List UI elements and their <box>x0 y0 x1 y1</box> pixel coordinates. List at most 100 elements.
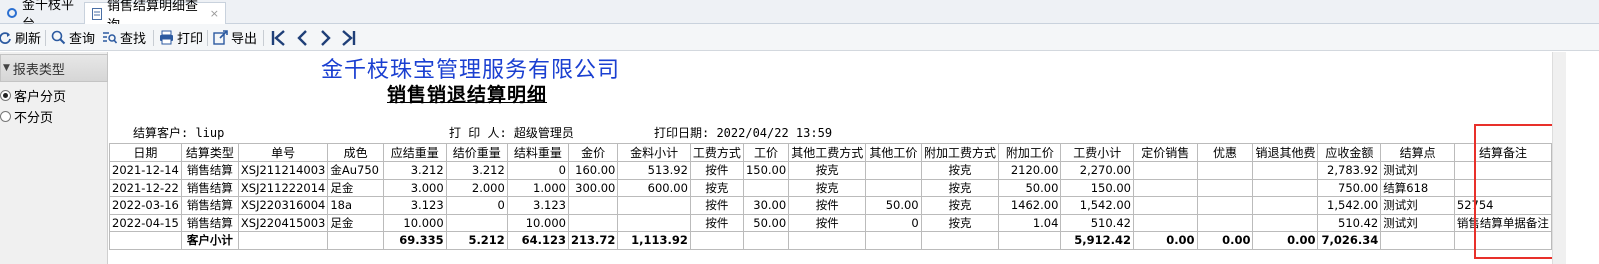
table-cell <box>1196 213 1254 232</box>
find-label: 查找 <box>120 32 147 47</box>
export-button[interactable]: 导出 <box>213 27 257 48</box>
next-page-icon[interactable] <box>316 28 334 48</box>
table-cell: 按件 <box>689 196 744 215</box>
report-type-panel: ▼ 报表类型 客户分页 不分页 <box>0 52 108 264</box>
table-cell <box>865 178 922 197</box>
table-cell: 2022-03-16 <box>109 196 182 215</box>
column-header: 金价 <box>567 143 619 162</box>
table-cell: 测试刘 <box>1380 196 1455 215</box>
toolbar-divider <box>263 30 264 46</box>
subtotal-cell <box>742 231 790 250</box>
column-header: 附加工价 <box>998 143 1062 162</box>
table-cell: 按件 <box>788 196 867 215</box>
table-cell: 150.00 <box>742 161 790 180</box>
remark-column-highlight <box>1474 124 1557 259</box>
table-cell: 测试刘 <box>1380 161 1455 180</box>
table-cell <box>1252 161 1319 180</box>
table-cell <box>1252 213 1319 232</box>
refresh-button[interactable]: 刷新 <box>0 27 41 48</box>
export-label: 导出 <box>231 32 258 47</box>
table-cell: 10.000 <box>506 213 569 232</box>
column-header: 结算点 <box>1380 143 1455 162</box>
table-cell: 2022-04-15 <box>109 213 182 232</box>
column-header: 日期 <box>109 143 182 162</box>
table-cell: 2120.00 <box>998 161 1062 180</box>
table-cell: 1.04 <box>998 213 1062 232</box>
subtotal-cell: 1,113.92 <box>617 231 691 250</box>
table-cell: 0 <box>865 213 922 232</box>
table-row[interactable]: 2022-04-15 销售结算 XSJ220415003 足金 10.000 10.000… <box>109 213 1553 232</box>
tab-platform[interactable]: 金千枝平台 <box>0 0 82 32</box>
toolbar: 刷新 查询 查找 打印 导出 <box>0 24 1599 51</box>
table-cell: 按件 <box>689 213 744 232</box>
radio-button[interactable] <box>0 90 11 101</box>
table-cell: 销售结算 <box>180 178 239 197</box>
close-icon[interactable]: × <box>210 7 219 20</box>
subtotal-cell: 客户小计 <box>180 231 239 250</box>
table-row[interactable]: 2021-12-22 销售结算 XSJ211222014 足金 3.000 2.000 1.… <box>109 178 1553 197</box>
find-icon <box>103 32 117 44</box>
table-cell: 30.00 <box>742 196 790 215</box>
prev-page-icon[interactable] <box>294 28 312 48</box>
table-cell <box>617 213 691 232</box>
table-cell: 160.00 <box>567 161 619 180</box>
radio-no-page[interactable]: 不分页 <box>0 107 53 126</box>
report-type-header[interactable]: ▼ 报表类型 <box>0 54 108 82</box>
table-cell: 2.000 <box>445 178 508 197</box>
table-cell: 513.92 <box>617 161 691 180</box>
table-cell: 300.00 <box>567 178 619 197</box>
report-area: 金千枝珠宝管理服务有限公司 销售销退结算明细 结算客户: liup 打 印 人:… <box>109 52 1557 264</box>
subtotal-cell: 0.00 <box>1132 231 1198 250</box>
toolbar-divider <box>207 30 208 46</box>
table-cell: 1,542.00 <box>1060 196 1134 215</box>
toolbar-divider <box>45 30 46 46</box>
print-label: 打印 <box>177 32 204 47</box>
table-cell: 按克 <box>920 196 1000 215</box>
table-cell: 3.212 <box>445 161 508 180</box>
table-cell: 按克 <box>920 213 1000 232</box>
search-icon <box>51 30 66 45</box>
toolbar-divider <box>153 30 154 46</box>
print-icon <box>160 30 173 45</box>
scroll-track[interactable] <box>1552 52 1566 264</box>
table-row[interactable]: 2021-12-14 销售结算 XSJ211214003 金Au750 3.212 3.2… <box>109 161 1553 180</box>
query-button[interactable]: 查询 <box>51 27 95 48</box>
subtotal-cell: 0.00 <box>1196 231 1254 250</box>
table-cell: 测试刘 <box>1380 213 1455 232</box>
table-cell: 按件 <box>788 213 867 232</box>
table-row[interactable]: 2022-03-16 销售结算 XSJ220316004 18a 3.123 0 3.123… <box>109 196 1553 215</box>
subtotal-cell: 213.72 <box>567 231 619 250</box>
table-cell: 0 <box>506 161 569 180</box>
table-cell: 510.42 <box>1060 213 1134 232</box>
column-header: 销退其他费 <box>1252 143 1319 162</box>
last-page-icon[interactable] <box>339 28 357 48</box>
subtotal-row: 客户小计 69.335 5.212 64.123 213.72 1,113.92 5,912… <box>109 231 1553 250</box>
tab-sales-query[interactable]: 销售结算明细查询 × <box>84 0 226 33</box>
subtotal-cell: 5.212 <box>445 231 508 250</box>
table-cell <box>567 213 619 232</box>
print-button[interactable]: 打印 <box>159 27 203 48</box>
radio-customer-page[interactable]: 客户分页 <box>0 86 66 105</box>
table-cell: 600.00 <box>617 178 691 197</box>
table-cell <box>1196 178 1254 197</box>
table-cell: 销售结算 <box>180 213 239 232</box>
table-cell <box>1252 196 1319 215</box>
column-header: 附加工费方式 <box>920 143 1000 162</box>
find-button[interactable]: 查找 <box>102 27 146 48</box>
table-cell: 按克 <box>920 178 1000 197</box>
column-header: 工价 <box>742 143 790 162</box>
column-header: 优惠 <box>1196 143 1254 162</box>
table-cell: 750.00 <box>1317 178 1382 197</box>
vertical-scrollbar[interactable] <box>1552 52 1599 264</box>
export-icon <box>213 30 228 45</box>
table-cell <box>1196 196 1254 215</box>
table-cell: 50.00 <box>998 178 1062 197</box>
subtotal-cell <box>865 231 922 250</box>
table-cell <box>1196 161 1254 180</box>
tab-bar: 金千枝平台 销售结算明细查询 × <box>0 0 1599 33</box>
table-cell: 按件 <box>689 161 744 180</box>
table-cell: 3.000 <box>382 178 447 197</box>
radio-button[interactable] <box>0 111 11 122</box>
column-header: 金料小计 <box>617 143 691 162</box>
first-page-icon[interactable] <box>270 28 288 48</box>
